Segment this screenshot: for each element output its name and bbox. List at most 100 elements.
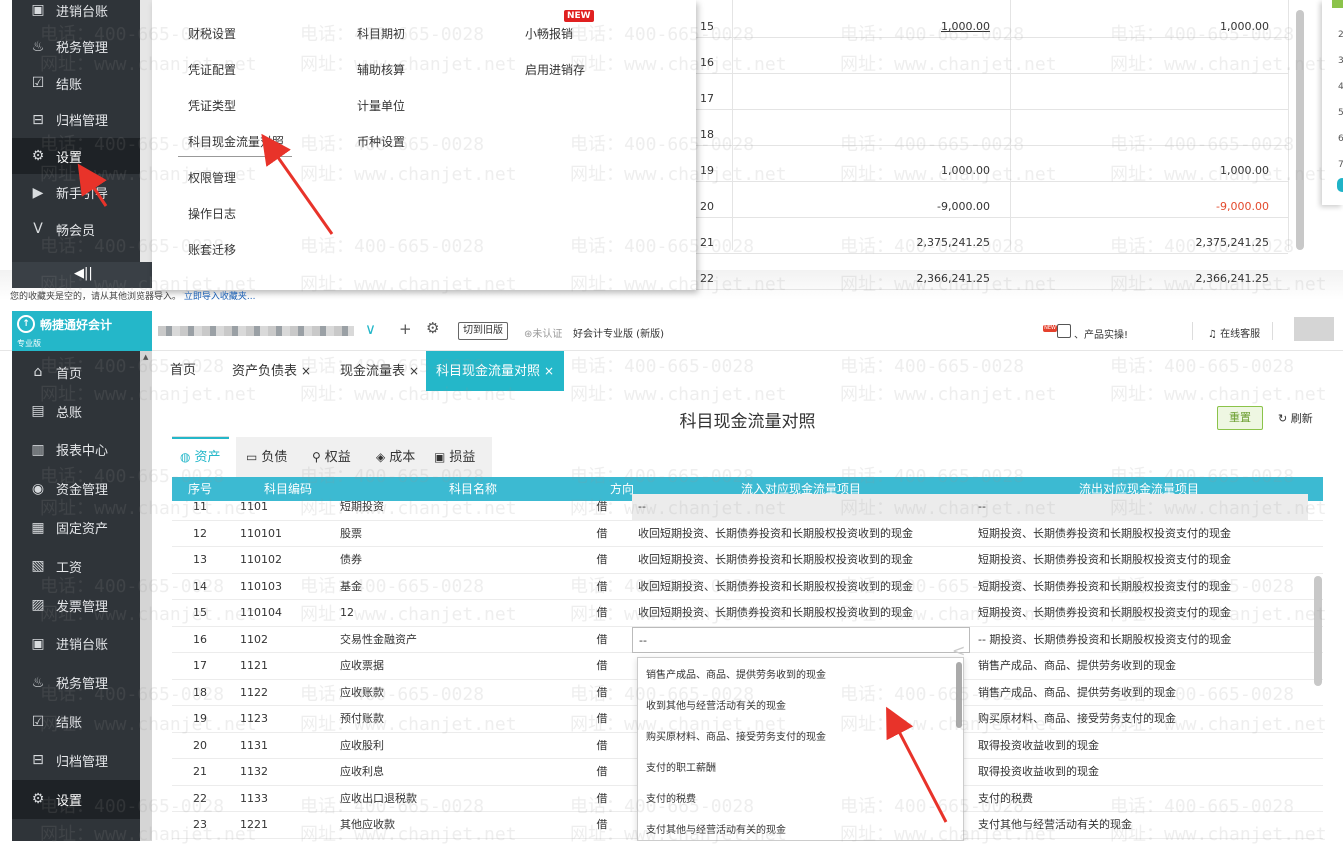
sidebar-item[interactable]: ▥ 报表中心 — [12, 431, 152, 470]
table-cell-outflow[interactable]: 短期投资、长期债券投资和长期股权投资支付的现金 — [970, 600, 1308, 627]
dropdown-option[interactable]: 支付其他与经营活动有关的现金 — [646, 821, 786, 836]
subtab[interactable]: ◈ 成本 — [376, 437, 415, 477]
sidebar-item-label: 新手引导 — [56, 187, 109, 202]
table-cell-inflow[interactable]: 收回短期投资、长期债券投资和长期股权投资收到的现金 — [632, 600, 970, 627]
page-tab[interactable]: 资产负债表 × — [232, 351, 311, 391]
table-cell-inflow[interactable]: 收回短期投资、长期债券投资和长期股权投资收到的现金 — [632, 574, 970, 601]
sidebar-item[interactable]: ▨ 发票管理 — [12, 586, 152, 625]
table-row: 16 1102 交易性金融资产 借 -- -- 期投资、长期债券投资和长期股权投资支付的现… — [172, 626, 1323, 654]
panel-number: 7 — [1338, 160, 1343, 170]
sidebar-item[interactable]: ⊟ 归档管理 — [12, 741, 152, 780]
dropdown-scrollbar[interactable] — [956, 662, 962, 728]
table-cell-inflow[interactable]: -- — [632, 626, 970, 653]
new-badge: NEW — [1043, 325, 1057, 332]
panel-dot[interactable] — [1337, 178, 1343, 192]
refresh-button[interactable]: ↻ 刷新 — [1278, 410, 1313, 426]
chevron-down-icon[interactable]: ∨ — [365, 320, 376, 338]
table-cell-outflow[interactable]: -- — [970, 494, 1308, 521]
table-cell-outflow[interactable]: 支付其他与经营活动有关的现金 — [970, 812, 1308, 839]
settings-menu-item[interactable]: 凭证类型 — [188, 97, 236, 114]
page-tab[interactable]: 现金流量表 × — [340, 351, 419, 391]
plus-icon[interactable]: + — [399, 320, 412, 338]
sidebar-item[interactable]: ♨ 税务管理 — [12, 29, 152, 65]
sidebar-item[interactable]: ◉ 资金管理 — [12, 469, 152, 508]
table-scrollbar[interactable] — [1314, 576, 1322, 686]
scroll-up-icon[interactable]: ▲ — [143, 353, 148, 361]
dropdown-option[interactable]: 销售产成品、商品、提供劳务收到的现金 — [646, 666, 826, 681]
gift-icon[interactable] — [1057, 324, 1071, 338]
table-cell-outflow[interactable]: 短期投资、长期债券投资和长期股权投资支付的现金 — [970, 547, 1308, 574]
sidebar-item[interactable]: ▣ 进销台账 — [12, 0, 152, 28]
settings-menu-item[interactable]: 财税设置 — [188, 25, 236, 42]
dropdown-option[interactable]: 收到其他与经营活动有关的现金 — [646, 697, 786, 712]
product-practice-link[interactable]: 、产品实操! — [1074, 326, 1128, 341]
sidebar-item[interactable]: ⌂ 首页 — [12, 353, 152, 392]
table-cell-outflow[interactable]: 销售产成品、商品、提供劳务收到的现金 — [970, 680, 1308, 707]
table-cell-outflow[interactable]: 支付的税费 — [970, 786, 1308, 813]
sidebar-item[interactable]: ☑ 结账 — [12, 65, 152, 101]
sidebar-item[interactable]: ▧ 工资 — [12, 547, 152, 586]
sidebar-item[interactable]: ▦ 固定资产 — [12, 508, 152, 547]
sidebar-item[interactable]: ▶ 新手引导 — [12, 175, 152, 211]
table-cell-inflow[interactable]: -- — [632, 494, 970, 521]
settings-menu-item[interactable]: 科目期初 — [357, 25, 405, 42]
settings-menu-item[interactable]: 凭证配置 — [188, 61, 236, 78]
logo-title: 畅捷通好会计 — [40, 318, 113, 332]
checkout-icon: ☑ — [31, 75, 45, 91]
switch-old-version-button[interactable]: 切到旧版 — [458, 322, 508, 340]
sidebar-item[interactable]: V 畅会员 — [12, 211, 152, 247]
sidebar-item[interactable]: ⊟ 归档管理 — [12, 102, 152, 138]
settings-menu-item[interactable]: 操作日志 — [188, 205, 236, 222]
table-cell-outflow[interactable]: 取得投资收益收到的现金 — [970, 733, 1308, 760]
settings-menu-item[interactable]: 账套迁移 — [188, 241, 236, 258]
import-bookmarks-link[interactable]: 立即导入收藏夹... — [184, 292, 256, 300]
table-cell-outflow[interactable]: 短期投资、长期债券投资和长期股权投资支付的现金 — [970, 574, 1308, 601]
dropdown-option[interactable]: 支付的职工薪酬 — [646, 759, 716, 774]
top-table-scrollbar[interactable] — [1296, 10, 1304, 250]
settings-menu-item[interactable]: 科目现金流量对照 — [188, 133, 284, 150]
close-icon[interactable]: × — [301, 364, 311, 378]
table-cell-no: 18 — [193, 685, 207, 699]
page-tab[interactable]: 首页 — [170, 351, 196, 391]
subtab[interactable]: ⚲ 权益 — [312, 437, 351, 477]
table-cell-outflow[interactable]: -- 期投资、长期债券投资和长期股权投资支付的现金 — [970, 627, 1308, 654]
reset-button[interactable]: 重置 — [1217, 406, 1263, 430]
sidebar-item-label: 税务管理 — [56, 41, 109, 56]
sidebar-item[interactable]: ⚙ 设置 — [12, 779, 152, 819]
sidebar-item[interactable]: ☑ 结账 — [12, 702, 152, 741]
close-icon[interactable]: × — [409, 364, 419, 378]
table-cell-inflow[interactable]: 收回短期投资、长期债券投资和长期股权投资收到的现金 — [632, 547, 970, 574]
sidebar-item[interactable]: ♨ 税务管理 — [12, 663, 152, 702]
table-cell-outflow[interactable]: 取得投资收益收到的现金 — [970, 759, 1308, 786]
tab-label: 首页 — [170, 363, 197, 378]
subtab[interactable]: ▭ 负债 — [246, 437, 287, 477]
settings-menu-item[interactable]: 辅助核算 — [357, 61, 405, 78]
table-cell-code: 110102 — [240, 553, 282, 566]
table-cell-outflow[interactable]: 销售产成品、商品、提供劳务收到的现金 — [970, 653, 1308, 680]
table-cell-no: 15 — [193, 606, 207, 619]
table-cell-inflow[interactable]: 收回短期投资、长期债券投资和长期股权投资收到的现金 — [632, 521, 970, 548]
subtab[interactable]: ◍ 资产 — [172, 437, 229, 477]
table-cell-outflow[interactable]: 购买原材料、商品、接受劳务支付的现金 — [970, 706, 1308, 733]
sidebar-item[interactable]: ⚙ 设置 — [12, 138, 152, 174]
settings-menu-item[interactable]: 小畅报销 — [525, 25, 573, 42]
page-tab[interactable]: 科目现金流量对照 × — [426, 351, 565, 391]
sidebar-item[interactable]: ▣ 进销台账 — [12, 625, 152, 664]
settings-menu-item[interactable]: 启用进销存 — [525, 61, 585, 78]
dropdown-option[interactable]: 支付的税费 — [646, 790, 696, 805]
collapse-arrow-icon[interactable]: ◀|| — [74, 266, 93, 281]
avatar[interactable] — [1294, 317, 1334, 341]
sidebar-collapse-bar[interactable]: ◀|| — [12, 262, 152, 288]
page-tabs: 首页 资产负债表 × 现金流量表 × 科目现金流量对照 × — [152, 351, 1343, 391]
gear-icon[interactable]: ⚙ — [426, 319, 439, 337]
close-icon[interactable]: × — [544, 364, 554, 378]
settings-menu-item[interactable]: 计量单位 — [357, 97, 405, 114]
online-service-button[interactable]: ♫ 在线客服 — [1208, 325, 1260, 340]
top-sidebar-scrollbar[interactable] — [140, 0, 152, 288]
table-cell-outflow[interactable]: 短期投资、长期债券投资和长期股权投资支付的现金 — [970, 521, 1308, 548]
app-logo[interactable]: ↑ 畅捷通好会计 专业版 — [12, 311, 152, 351]
dropdown-option[interactable]: 购买原材料、商品、接受劳务支付的现金 — [646, 728, 826, 743]
subtab[interactable]: ▣ 损益 — [434, 437, 475, 477]
settings-menu-item[interactable]: 币种设置 — [357, 133, 405, 150]
settings-menu-item[interactable]: 权限管理 — [188, 169, 236, 186]
